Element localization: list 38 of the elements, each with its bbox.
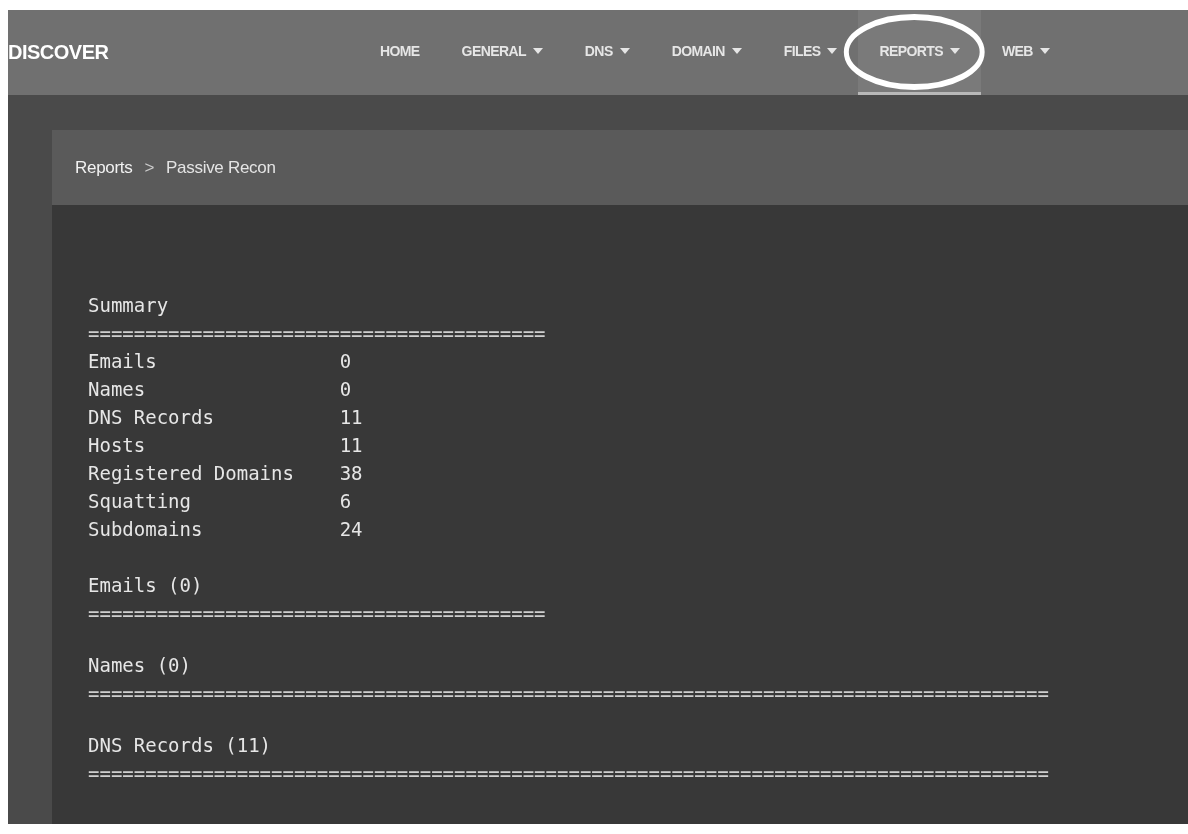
breadcrumb-separator: > <box>143 157 156 178</box>
caret-icon <box>1039 48 1050 54</box>
breadcrumb-current: Passive Recon <box>166 157 276 178</box>
summary-count: 11 <box>339 405 363 430</box>
summary-count: 6 <box>339 489 352 514</box>
nav-menu-item[interactable]: FILES <box>762 10 859 95</box>
nav-menu-item[interactable]: HOME <box>359 10 441 95</box>
summary-label: Hosts <box>88 433 147 458</box>
caret-icon <box>949 48 960 54</box>
summary-label: Subdomains <box>88 517 204 542</box>
caret-icon <box>827 48 838 54</box>
separator-rule-text: ======================================== <box>88 601 546 626</box>
nav-menu-item[interactable]: DNS <box>563 10 651 95</box>
section-heading: Names (0) <box>88 653 191 678</box>
separator-rule-text: ======================================== <box>88 321 546 346</box>
section-heading: Summary <box>88 293 169 318</box>
nav-menu-item[interactable]: WEB <box>980 10 1071 95</box>
summary-label: DNS Records <box>88 405 215 430</box>
summary-count: 0 <box>339 377 352 402</box>
caret-icon <box>731 48 742 54</box>
caret-icon <box>619 48 630 54</box>
breadcrumb-link[interactable]: Reports <box>75 157 133 178</box>
summary-label: Emails <box>88 349 158 374</box>
summary-label: Squatting <box>88 489 192 514</box>
section-heading: DNS Records (11) <box>88 733 272 758</box>
separator-rule-text: ==================================================================================== <box>88 681 1049 706</box>
caret-icon <box>532 48 543 54</box>
summary-count: 11 <box>339 433 363 458</box>
summary-count: 0 <box>339 349 352 374</box>
section-heading: Emails (0) <box>88 573 203 598</box>
nav-menu-item[interactable]: DOMAIN <box>650 10 763 95</box>
summary-count: 24 <box>339 517 363 542</box>
summary-count: 38 <box>339 461 363 486</box>
summary-label: Names <box>88 377 147 402</box>
separator-rule-text: ==================================================================================== <box>88 761 1049 786</box>
nav-menu-item[interactable]: GENERAL <box>440 10 564 95</box>
brand-title: DISCOVER <box>8 41 109 64</box>
summary-label: Registered Domains <box>88 461 295 486</box>
